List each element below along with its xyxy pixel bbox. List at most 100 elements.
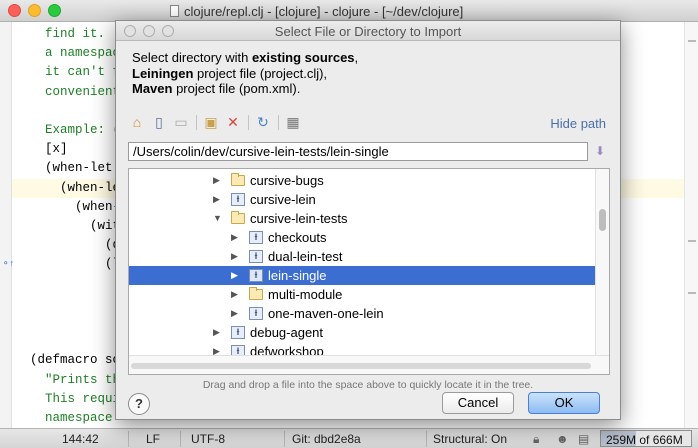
structural-mode[interactable]: Structural: On — [433, 432, 507, 446]
event-log-icon[interactable]: ▤ — [578, 432, 589, 446]
divider — [426, 431, 427, 447]
expand-arrow-icon[interactable]: ▶ — [231, 266, 238, 285]
cancel-button[interactable]: Cancel — [442, 392, 514, 414]
stripe-mark[interactable] — [688, 240, 696, 242]
drag-drop-hint: Drag and drop a file into the space abov… — [202, 379, 534, 391]
new-folder-icon[interactable]: ▣ — [202, 113, 220, 131]
desc-bold: Leiningen — [132, 65, 194, 81]
expand-arrow-icon[interactable]: ▶ — [213, 190, 220, 209]
code-line[interactable]: This requi — [30, 390, 120, 409]
folder-icon — [249, 287, 263, 300]
expand-arrow-icon[interactable]: ▶ — [213, 323, 220, 342]
memory-indicator[interactable]: 259M of 666M — [600, 430, 692, 447]
code-line[interactable]: a namespace — [30, 44, 128, 63]
tree-item-checkouts[interactable]: ▶ ƚ checkouts — [129, 228, 595, 247]
tree-item-label: multi-module — [268, 287, 343, 302]
expand-arrow-icon[interactable]: ▶ — [231, 228, 238, 247]
git-branch[interactable]: Git: dbd2e8a — [292, 432, 361, 446]
desc-text: Select directory with — [132, 50, 252, 65]
code-line[interactable]: find it. — [30, 25, 105, 44]
tree-item-label: cursive-lein — [250, 192, 316, 207]
inspector-icon[interactable]: ☻ — [556, 432, 569, 446]
tree-vertical-scrollbar[interactable] — [595, 169, 609, 356]
zoom-window-button[interactable] — [48, 4, 61, 17]
dialog-titlebar: Select File or Directory to Import — [116, 21, 620, 41]
divider — [278, 115, 279, 130]
divider — [128, 431, 129, 447]
tree-item-label: checkouts — [268, 230, 327, 245]
expand-arrow-icon[interactable]: ▶ — [231, 285, 238, 304]
tree-item-debug-agent[interactable]: ▶ ƚ debug-agent — [129, 323, 595, 342]
directory-tree[interactable]: ▶ ƚ defworkshop ▶ ƚ debug-agent ▶ ƚ one-maven-on… — [128, 168, 610, 375]
code-line[interactable]: (defmacro so — [30, 351, 120, 370]
memory-text: 259M of 666M — [606, 433, 683, 447]
expand-arrow-icon[interactable]: ▶ — [231, 247, 238, 266]
show-hidden-icon[interactable]: ▦ — [284, 113, 302, 131]
code-line[interactable]: namespace — [30, 409, 113, 428]
expand-arrow-icon[interactable]: ▶ — [213, 171, 220, 190]
scroll-thumb[interactable] — [599, 209, 606, 231]
status-bar: 144:42 LF UTF-8 Git: dbd2e8a Structural:… — [0, 428, 698, 448]
expand-arrow-icon[interactable]: ▶ — [231, 304, 238, 323]
close-window-button[interactable] — [8, 4, 21, 17]
hide-path-link[interactable]: Hide path — [550, 116, 606, 131]
code-line[interactable]: Example: ( — [30, 121, 120, 140]
delete-icon[interactable]: ✕ — [224, 113, 242, 131]
chooser-toolbar: ⌂ ▯ ▭ ▣ ✕ ↻ ▦ — [128, 113, 608, 133]
divider — [284, 431, 285, 447]
tree-item-label: cursive-lein-tests — [250, 211, 348, 226]
tree-item-one-maven-one-lein[interactable]: ▶ ƚ one-maven-one-lein — [129, 304, 595, 323]
help-button[interactable]: ? — [128, 393, 150, 415]
minimize-window-button[interactable] — [28, 4, 41, 17]
desc-bold: Maven — [132, 81, 173, 97]
ok-button[interactable]: OK — [528, 392, 600, 414]
divider — [196, 115, 197, 130]
tree-item-cursive-lein[interactable]: ▶ ƚ cursive-lein — [129, 190, 595, 209]
code-line[interactable]: "Prints th — [30, 371, 120, 390]
code-line[interactable]: (when-let — [30, 159, 113, 178]
tree-item-cursive-lein-tests[interactable]: ▼ cursive-lein-tests — [129, 209, 595, 228]
tree-item-lein-single[interactable]: ▶ ƚ lein-single — [129, 266, 595, 285]
code-line[interactable]: (wit — [30, 217, 120, 236]
project-folder-icon: ƚ — [249, 231, 263, 244]
folder-icon — [231, 211, 245, 224]
tree-item-dual-lein-test[interactable]: ▶ ƚ dual-lein-test — [129, 247, 595, 266]
project-icon[interactable]: ▯ — [150, 113, 168, 131]
tree-item-cursive-bugs[interactable]: ▶ cursive-bugs — [129, 171, 595, 190]
file-encoding[interactable]: UTF-8 — [191, 432, 225, 446]
code-line[interactable]: it can't f — [30, 63, 120, 82]
tree-item-multi-module[interactable]: ▶ multi-module — [129, 285, 595, 304]
project-folder-icon: ƚ — [231, 326, 245, 339]
tree-item-label: lein-single — [268, 268, 327, 283]
divider — [180, 431, 181, 447]
line-ending[interactable]: LF — [146, 432, 160, 446]
refresh-icon[interactable]: ↻ — [254, 113, 272, 131]
code-line[interactable]: (l — [30, 255, 120, 274]
code-line[interactable]: convenient — [30, 83, 120, 102]
code-line[interactable]: (when- — [30, 198, 120, 217]
caret-position[interactable]: 144:42 — [62, 432, 99, 446]
window-title-text: clojure/repl.clj - [clojure] - clojure -… — [184, 4, 464, 19]
code-line[interactable]: [x] — [30, 140, 68, 159]
desc-text: , — [354, 50, 359, 65]
module-icon[interactable]: ▭ — [172, 113, 190, 131]
collapse-arrow-icon[interactable]: ▼ — [213, 209, 222, 228]
stripe-mark[interactable] — [688, 40, 696, 42]
tree-item-label: cursive-bugs — [250, 173, 324, 188]
scroll-thumb[interactable] — [131, 363, 591, 369]
home-icon[interactable]: ⌂ — [128, 113, 146, 131]
desc-text: project file (pom.xml). — [172, 81, 301, 97]
error-stripe[interactable] — [684, 22, 698, 428]
tree-horizontal-scrollbar[interactable] — [129, 355, 609, 374]
path-history-icon[interactable]: ⬇ — [592, 142, 608, 161]
path-input[interactable] — [128, 142, 588, 161]
stripe-mark[interactable] — [688, 292, 696, 294]
editor-gutter[interactable]: ⚬↑ — [0, 22, 14, 428]
lock-icon[interactable]: 🔒︎ — [533, 432, 539, 447]
project-folder-icon: ƚ — [249, 250, 263, 263]
tree-item-label: one-maven-one-lein — [268, 306, 384, 321]
divider — [248, 115, 249, 130]
folder-icon — [231, 173, 245, 186]
code-line[interactable]: (d — [30, 236, 120, 255]
window-title: clojure/repl.clj - [clojure] - clojure -… — [170, 4, 463, 19]
